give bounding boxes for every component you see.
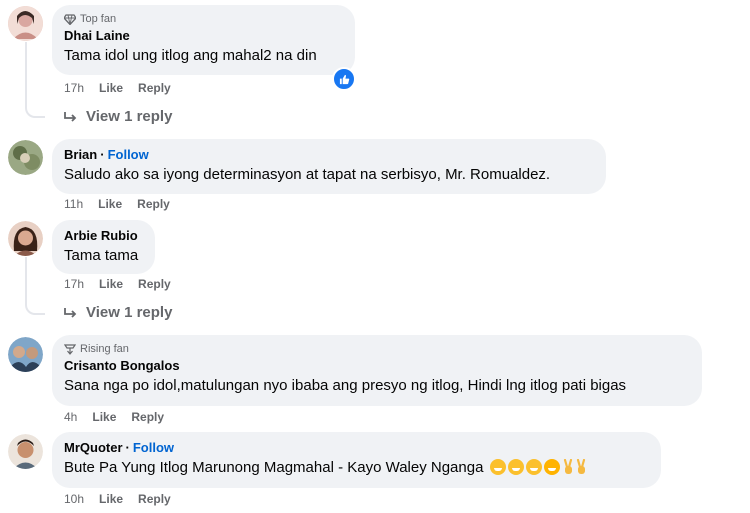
comment-bubble: Brian · Follow Saludo ako sa iyong deter… (52, 139, 606, 194)
follow-button[interactable]: Follow (133, 440, 174, 455)
author-name[interactable]: MrQuoter (64, 440, 123, 455)
comment-text: Bute Pa Yung Itlog Marunong Magmahal - K… (64, 459, 649, 476)
rising-fan-icon (64, 343, 76, 355)
grin-emoji-icon (507, 459, 524, 475)
reply-button[interactable]: Reply (137, 197, 170, 211)
reply-button[interactable]: Reply (131, 410, 164, 424)
author-name[interactable]: Brian (64, 147, 97, 162)
author-name[interactable]: Arbie Rubio (64, 228, 138, 243)
avatar[interactable] (8, 221, 43, 256)
comment-text-body: Bute Pa Yung Itlog Marunong Magmahal - K… (64, 459, 484, 476)
comment-text: Tama tama (64, 247, 139, 264)
separator-dot: · (100, 147, 105, 162)
grin-emoji-icon (489, 459, 506, 475)
like-button[interactable]: Like (99, 492, 123, 506)
thread-connector (25, 102, 45, 118)
author-name[interactable]: Dhai Laine (64, 28, 130, 43)
top-fan-badge[interactable]: Top fan (64, 12, 343, 26)
like-button[interactable]: Like (99, 81, 123, 95)
view-replies-button[interactable]: View 1 reply (64, 108, 172, 125)
reply-arrow-icon (64, 111, 77, 122)
comment-text: Tama idol ung itlog ang mahal2 na din (64, 47, 317, 64)
reply-arrow-icon (64, 307, 77, 318)
comment-actions: 11h Like Reply (64, 197, 170, 211)
thread-line (25, 257, 27, 301)
timestamp[interactable]: 17h (64, 277, 84, 291)
peace-hand-icon (576, 459, 585, 474)
peace-hand-icon (563, 459, 572, 474)
badge-label: Top fan (80, 13, 117, 25)
grin-emoji-icon (525, 459, 542, 475)
grin-emoji-icon (543, 459, 560, 475)
timestamp[interactable]: 10h (64, 492, 84, 506)
reply-button[interactable]: Reply (138, 492, 171, 506)
rising-fan-badge[interactable]: Rising fan (64, 342, 690, 356)
badge-label: Rising fan (80, 343, 129, 355)
comment-text: Sana nga po idol,matulungan nyo ibaba an… (64, 377, 627, 394)
timestamp[interactable]: 4h (64, 410, 77, 424)
author-name[interactable]: Crisanto Bongalos (64, 358, 180, 373)
comment-text: Saludo ako sa iyong determinasyon at tap… (64, 166, 551, 183)
avatar[interactable] (8, 434, 43, 469)
avatar[interactable] (8, 140, 43, 175)
view-replies-label: View 1 reply (86, 108, 173, 125)
follow-button[interactable]: Follow (108, 147, 149, 162)
comment-actions: 17h Like Reply (64, 277, 171, 291)
comment-actions: 10h Like Reply (64, 492, 171, 506)
timestamp[interactable]: 17h (64, 81, 84, 95)
comment-bubble: Arbie Rubio Tama tama (52, 220, 155, 274)
reply-button[interactable]: Reply (138, 81, 171, 95)
timestamp[interactable]: 11h (64, 197, 83, 211)
avatar[interactable] (8, 6, 43, 41)
reply-button[interactable]: Reply (138, 277, 171, 291)
top-fan-diamond-icon (64, 13, 76, 25)
like-button[interactable]: Like (98, 197, 122, 211)
thread-line (25, 42, 27, 104)
thread-connector (25, 299, 45, 315)
view-replies-button[interactable]: View 1 reply (64, 304, 172, 321)
avatar[interactable] (8, 337, 43, 372)
comment-bubble: Top fan Dhai Laine Tama idol ung itlog a… (52, 5, 355, 75)
like-button[interactable]: Like (99, 277, 123, 291)
separator-dot: · (125, 440, 130, 455)
comment-actions: 4h Like Reply (64, 410, 164, 424)
like-reaction-icon[interactable] (332, 67, 356, 91)
comment-bubble: Rising fan Crisanto Bongalos Sana nga po… (52, 335, 702, 406)
comment-actions: 17h Like Reply (64, 81, 171, 95)
view-replies-label: View 1 reply (86, 304, 173, 321)
comment-bubble: MrQuoter · Follow Bute Pa Yung Itlog Mar… (52, 432, 661, 488)
like-button[interactable]: Like (92, 410, 116, 424)
